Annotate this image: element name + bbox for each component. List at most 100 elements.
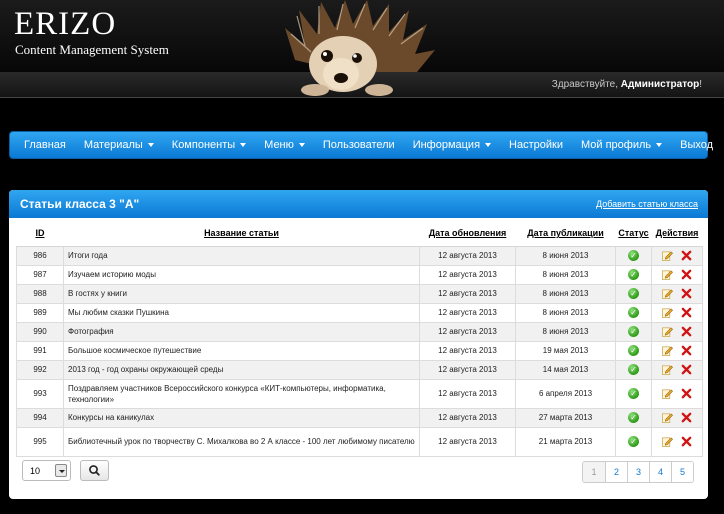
cell-status: ✓	[615, 264, 652, 285]
delete-x-icon[interactable]	[681, 388, 692, 399]
check-circle-icon[interactable]: ✓	[628, 388, 639, 399]
cell-title[interactable]: В гостях у книги	[63, 283, 420, 304]
cell-id: 994	[16, 407, 64, 428]
table-row: 988 В гостях у книги 12 августа 2013 8 июня…	[16, 283, 703, 304]
cell-actions	[651, 359, 703, 380]
nav-my-profile[interactable]: Мой профиль	[572, 131, 671, 159]
nav-label: Настройки	[509, 139, 563, 151]
page-2-button[interactable]: 2	[605, 462, 627, 482]
cell-updated: 12 августа 2013	[419, 378, 516, 409]
chevron-down-icon	[485, 143, 492, 148]
page-1-button[interactable]: 1	[583, 462, 605, 482]
check-circle-icon[interactable]: ✓	[628, 345, 639, 356]
table-row: 986 Итоги года 12 августа 2013 8 июня 2013 ✓	[16, 245, 703, 266]
cell-status: ✓	[615, 359, 652, 380]
nav-label: Мой профиль	[580, 139, 652, 151]
cell-updated: 12 августа 2013	[419, 245, 516, 266]
check-circle-icon[interactable]: ✓	[628, 436, 639, 447]
check-circle-icon[interactable]: ✓	[628, 364, 639, 375]
nav-components[interactable]: Компоненты	[163, 131, 255, 159]
pencil-icon[interactable]	[662, 269, 673, 280]
check-circle-icon[interactable]: ✓	[628, 250, 639, 261]
nav-materials[interactable]: Материалы	[75, 131, 163, 159]
cell-title[interactable]: Конкурсы на каникулах	[63, 407, 420, 428]
page-4-button[interactable]: 4	[649, 462, 671, 482]
cell-published: 14 мая 2013	[515, 359, 616, 380]
delete-x-icon[interactable]	[681, 269, 692, 280]
nav-settings[interactable]: Настройки	[500, 131, 572, 159]
user-greeting: Здравствуйте, Администратор!	[552, 79, 702, 90]
main-nav: Главная Материалы Компоненты Меню Пользо…	[9, 131, 713, 159]
pencil-icon[interactable]	[662, 388, 673, 399]
nav-label: Компоненты	[171, 139, 236, 151]
cell-title[interactable]: Большое космическое путешествие	[63, 340, 420, 361]
delete-x-icon[interactable]	[681, 364, 692, 375]
nav-menu[interactable]: Меню	[255, 131, 314, 159]
check-circle-icon[interactable]: ✓	[628, 288, 639, 299]
search-icon	[89, 465, 100, 476]
pencil-icon[interactable]	[662, 364, 673, 375]
check-circle-icon[interactable]: ✓	[628, 307, 639, 318]
nav-users[interactable]: Пользователи	[314, 131, 404, 159]
search-button[interactable]	[80, 460, 109, 481]
articles-table: ID Название статьи Дата обновления Дата …	[16, 221, 703, 457]
page-5-button[interactable]: 5	[671, 462, 693, 482]
pencil-icon[interactable]	[662, 326, 673, 337]
check-circle-icon[interactable]: ✓	[628, 412, 639, 423]
per-page-select[interactable]: 10	[22, 460, 71, 481]
nav-label: Меню	[264, 139, 294, 151]
delete-x-icon[interactable]	[681, 345, 692, 356]
delete-x-icon[interactable]	[681, 436, 692, 447]
cell-id: 990	[16, 321, 64, 342]
delete-x-icon[interactable]	[681, 412, 692, 423]
greeting-text: Здравствуйте,	[551, 79, 619, 90]
check-circle-icon[interactable]: ✓	[628, 326, 639, 337]
delete-x-icon[interactable]	[681, 307, 692, 318]
chevron-down-icon[interactable]	[55, 464, 67, 477]
cell-title[interactable]: Изучаем историю моды	[63, 264, 420, 285]
user-name-link[interactable]: Администратор	[621, 79, 699, 90]
nav-logout[interactable]: Выход	[671, 131, 722, 159]
cell-actions	[651, 321, 703, 342]
cell-published: 6 апреля 2013	[515, 378, 616, 409]
column-header-title[interactable]: Название статьи	[63, 221, 420, 247]
cell-title[interactable]: Фотография	[63, 321, 420, 342]
add-article-link[interactable]: Добавить статью класса	[596, 199, 698, 209]
nav-information[interactable]: Информация	[404, 131, 500, 159]
site-logo[interactable]: ERIZO	[14, 6, 116, 42]
cell-updated: 12 августа 2013	[419, 302, 516, 323]
cell-status: ✓	[615, 378, 652, 409]
per-page-value: 10	[30, 465, 41, 476]
pencil-icon[interactable]	[662, 288, 673, 299]
delete-x-icon[interactable]	[681, 288, 692, 299]
hedgehog-mascot-image	[285, 0, 435, 96]
cell-status: ✓	[615, 245, 652, 266]
pencil-icon[interactable]	[662, 250, 673, 261]
column-header-id[interactable]: ID	[16, 221, 64, 247]
pencil-icon[interactable]	[662, 412, 673, 423]
delete-x-icon[interactable]	[681, 326, 692, 337]
cell-actions	[651, 264, 703, 285]
check-circle-icon[interactable]: ✓	[628, 269, 639, 280]
nav-home[interactable]: Главная	[15, 131, 75, 159]
page-3-button[interactable]: 3	[627, 462, 649, 482]
delete-x-icon[interactable]	[681, 250, 692, 261]
cell-title[interactable]: Итоги года	[63, 245, 420, 266]
pencil-icon[interactable]	[662, 436, 673, 447]
cell-title[interactable]: Библиотечный урок по творчеству С. Михал…	[63, 426, 420, 457]
cell-title[interactable]: Поздравляем участников Всероссийского ко…	[63, 378, 420, 409]
table-row: 987 Изучаем историю моды 12 августа 2013 8 …	[16, 264, 703, 285]
pencil-icon[interactable]	[662, 345, 673, 356]
column-header-published[interactable]: Дата публикации	[515, 221, 616, 247]
column-header-status[interactable]: Статус	[615, 221, 652, 247]
nav-label: Выход	[680, 139, 714, 151]
cell-updated: 12 августа 2013	[419, 264, 516, 285]
table-row: 992 2013 год - год охраны окружающей сред…	[16, 359, 703, 380]
cell-title[interactable]: 2013 год - год охраны окружающей среды	[63, 359, 420, 380]
pencil-icon[interactable]	[662, 307, 673, 318]
cell-title[interactable]: Мы любим сказки Пушкина	[63, 302, 420, 323]
cell-status: ✓	[615, 321, 652, 342]
column-header-updated[interactable]: Дата обновления	[419, 221, 516, 247]
cell-actions	[651, 407, 703, 428]
cell-updated: 12 августа 2013	[419, 407, 516, 428]
